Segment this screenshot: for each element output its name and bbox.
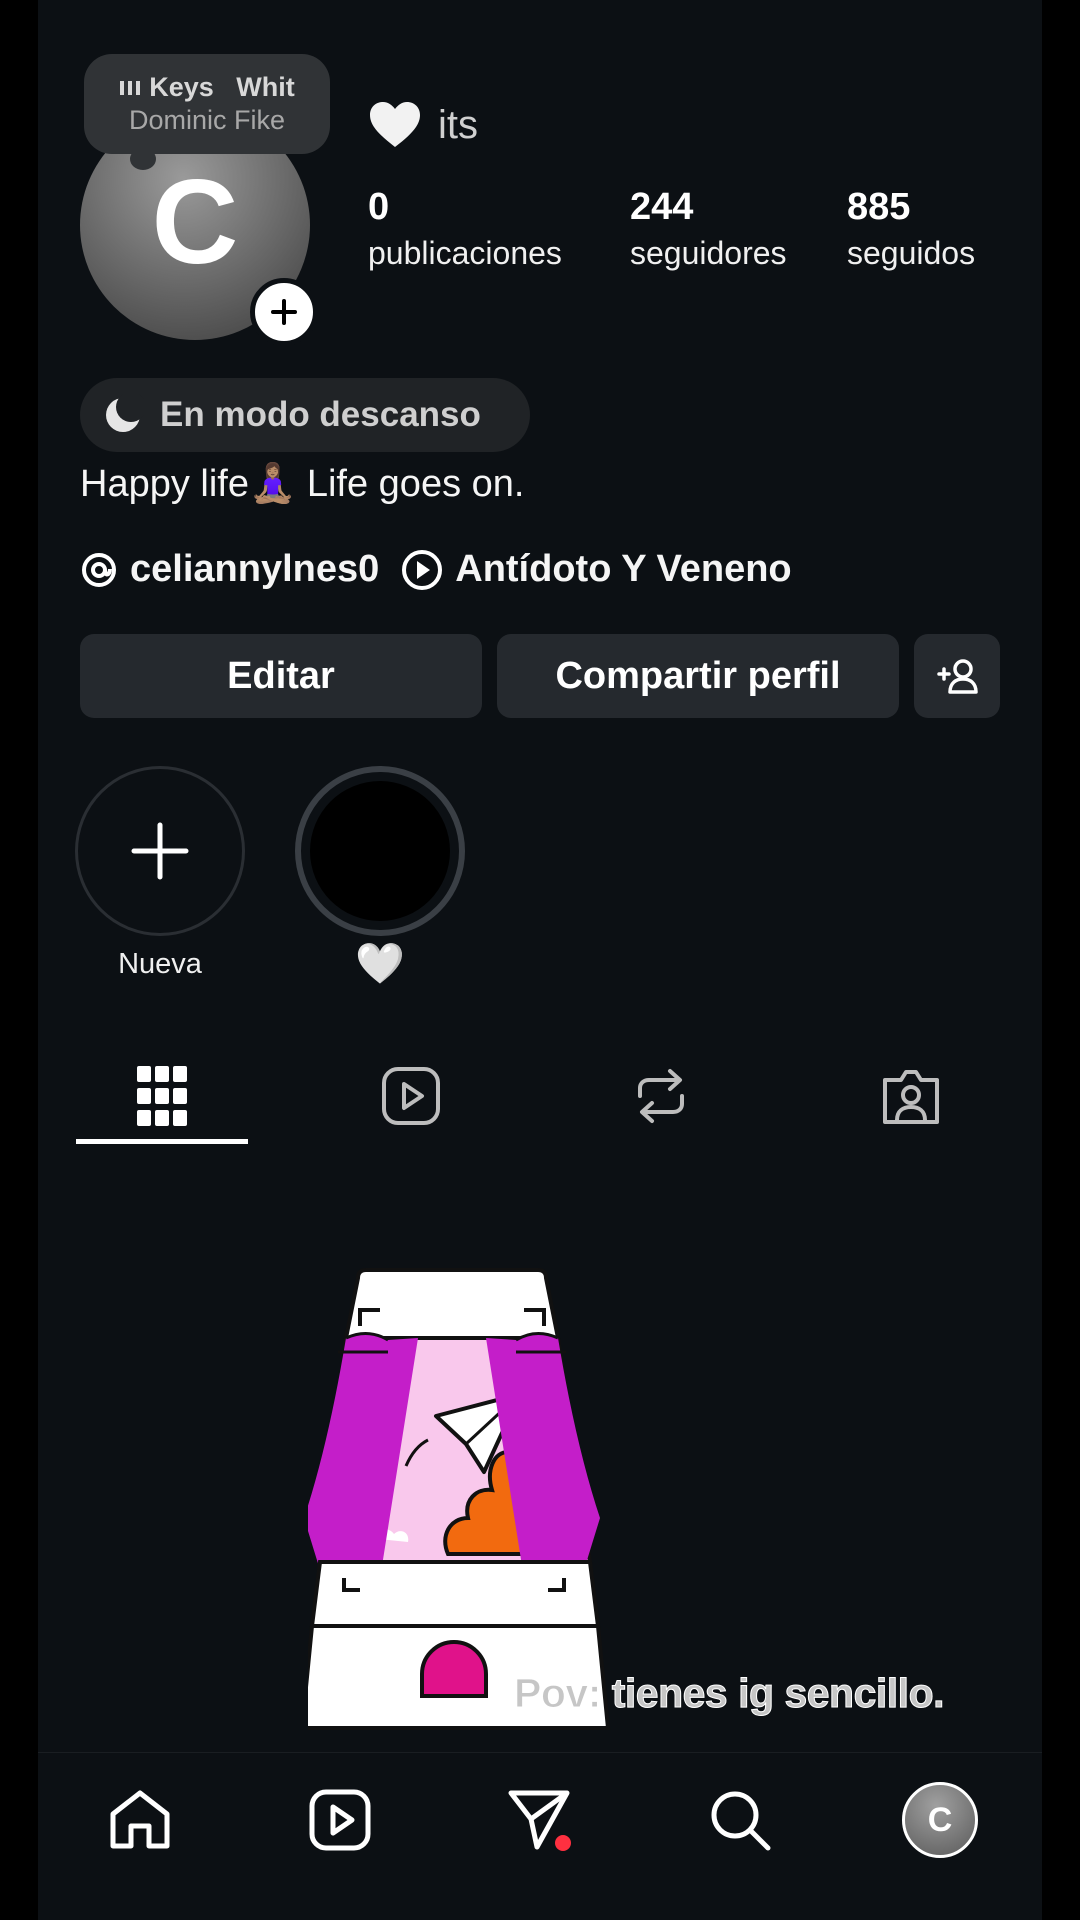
highlight-cover — [310, 781, 450, 921]
note-song-row: Keys Whit — [119, 72, 295, 103]
search-icon — [711, 1791, 771, 1851]
music-link[interactable]: Antídoto Y Veneno — [401, 548, 792, 591]
active-tab-indicator — [76, 1139, 248, 1144]
unread-dot — [555, 1835, 571, 1851]
share-profile-label: Compartir perfil — [555, 654, 841, 697]
reels-icon — [309, 1789, 371, 1851]
white-heart-icon — [370, 102, 420, 147]
nav-messages[interactable] — [500, 1780, 580, 1860]
stat-posts[interactable]: 0 publicaciones — [368, 186, 562, 272]
profile-name: its — [438, 102, 478, 147]
direct-message-icon — [508, 1790, 571, 1851]
audio-bars-icon — [120, 80, 141, 95]
highlight-heart[interactable] — [295, 766, 465, 936]
share-profile-button[interactable]: Compartir perfil — [497, 634, 899, 718]
avatar-letter: C — [151, 155, 239, 289]
nav-search[interactable] — [700, 1780, 780, 1860]
play-circle-icon — [402, 549, 443, 590]
threads-handle: celiannylnes0 — [130, 548, 380, 590]
nav-home[interactable] — [100, 1780, 180, 1860]
tab-grid[interactable] — [77, 1046, 247, 1146]
overlay-caption: Pov: tienes ig sencillo. — [513, 1670, 945, 1717]
edit-profile-label: Editar — [227, 654, 335, 697]
music-track: Antídoto Y Veneno — [455, 548, 792, 590]
stat-following[interactable]: 885 seguidos — [847, 186, 975, 272]
stat-posts-label: publicaciones — [368, 235, 562, 271]
stat-followers[interactable]: 244 seguidores — [630, 186, 787, 272]
nav-profile-letter: C — [927, 1800, 953, 1839]
threads-link[interactable]: celiannylnes0 — [80, 548, 379, 591]
stat-posts-value: 0 — [368, 186, 390, 228]
stat-following-value: 885 — [847, 186, 911, 228]
nav-profile[interactable]: C — [900, 1780, 980, 1860]
repost-icon — [638, 1069, 684, 1123]
discover-people-button[interactable] — [914, 634, 1000, 718]
rest-mode-badge[interactable]: En modo descanso — [80, 378, 530, 452]
tagged-person-icon — [883, 1070, 939, 1124]
new-highlight-button[interactable] — [75, 766, 245, 936]
home-icon — [110, 1790, 170, 1849]
nav-reels[interactable] — [300, 1780, 380, 1860]
plus-icon — [131, 822, 189, 880]
profile-bio: Happy life🧘🏽‍♀️ Life goes on. — [80, 463, 525, 505]
tab-reposts[interactable] — [576, 1046, 746, 1146]
profile-links-row: celiannylnes0 Antídoto Y Veneno — [80, 548, 792, 591]
empty-state-illustration — [308, 1268, 611, 1730]
tab-reels[interactable] — [326, 1046, 496, 1146]
stat-followers-label: seguidores — [630, 235, 787, 271]
new-highlight-label: Nueva — [118, 948, 202, 980]
highlight-heart-label: 🤍 — [355, 942, 405, 986]
edit-profile-button[interactable]: Editar — [80, 634, 482, 718]
note-song: Keys Whit — [149, 72, 295, 102]
add-story-button[interactable] — [250, 278, 318, 346]
add-person-icon — [937, 659, 978, 694]
tab-tagged[interactable] — [826, 1046, 996, 1146]
reels-icon — [382, 1067, 440, 1125]
rest-mode-text: En modo descanso — [160, 395, 481, 434]
note-artist: Dominic Fike — [128, 105, 286, 135]
stat-followers-value: 244 — [630, 186, 694, 228]
profile-name-row: its — [368, 100, 478, 150]
stat-following-label: seguidos — [847, 235, 976, 271]
plus-icon — [271, 299, 297, 325]
note-bubble[interactable]: Keys Whit Dominic Fike — [84, 54, 330, 154]
profile-screen: C Keys Whit Dominic Fike its 0 publicaci… — [38, 0, 1042, 1920]
moon-icon — [106, 394, 144, 432]
nav-profile-avatar: C — [902, 1782, 978, 1858]
threads-icon — [82, 552, 116, 587]
grid-icon — [137, 1066, 187, 1126]
